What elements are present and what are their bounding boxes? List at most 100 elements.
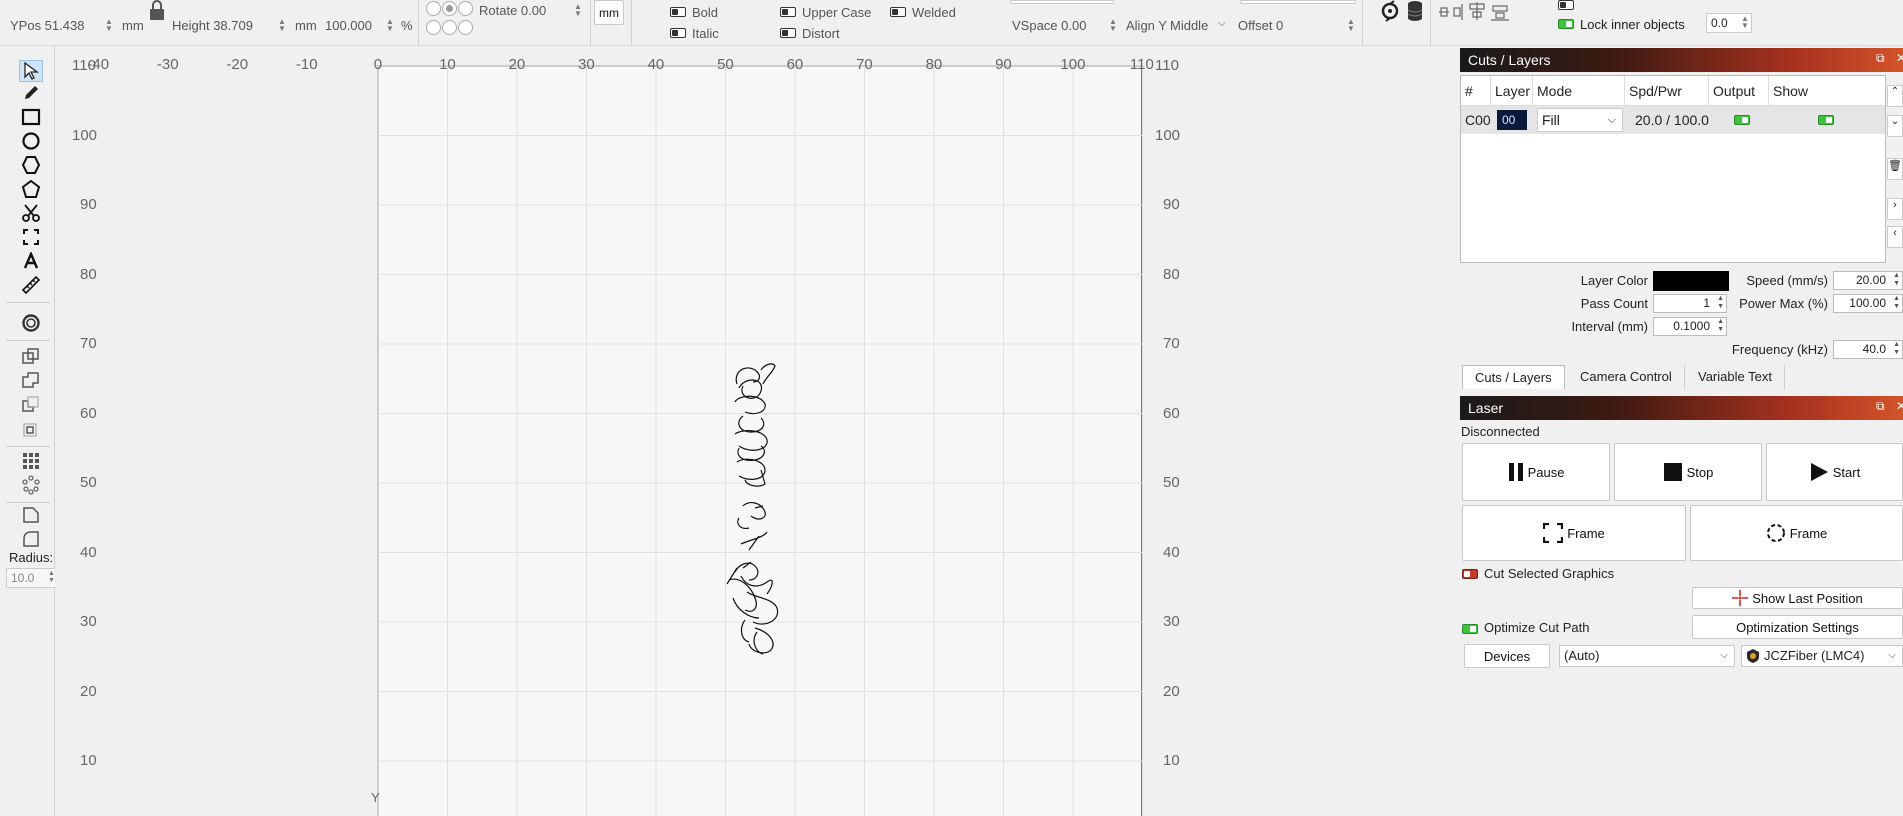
padding-spinner[interactable]: ▲ ▼ (1740, 15, 1750, 30)
start-button[interactable]: Start (1766, 443, 1903, 501)
vspace-field[interactable]: VSpace 0.00 (1012, 18, 1086, 33)
pause-button[interactable]: Pause (1462, 443, 1610, 501)
ypos-spinner[interactable]: ▲ ▼ (104, 18, 114, 33)
freeform-polygon-tool[interactable] (19, 178, 43, 200)
pass-count-field[interactable]: 1 ▲ ▼ (1653, 294, 1727, 313)
power-max-field[interactable]: 100.00 ▲ ▼ (1833, 294, 1903, 313)
close-icon[interactable]: ✕ (1896, 399, 1903, 413)
layer-mode-select[interactable]: Fill ⌵ (1537, 108, 1623, 132)
weld-tool[interactable] (19, 346, 43, 368)
measure-tool[interactable] (19, 274, 43, 296)
frame-rectangle-button[interactable]: Frame (1462, 505, 1686, 561)
offset-shapes-tool[interactable] (19, 312, 43, 334)
anchor-radio[interactable] (426, 1, 441, 16)
offset-spinner[interactable]: ▲ ▼ (1346, 18, 1356, 33)
welded-toggle[interactable] (890, 7, 906, 17)
tab-camera-control[interactable]: Camera Control (1568, 365, 1685, 389)
anchor-radio[interactable] (426, 20, 441, 35)
vspace-spinner[interactable]: ▲ ▼ (1108, 18, 1118, 33)
interval-field[interactable]: 0.1000 ▲ ▼ (1653, 317, 1727, 336)
scale-spinner[interactable]: ▲ ▼ (385, 18, 395, 33)
frequency-field[interactable]: 40.0 ▲ ▼ (1833, 340, 1903, 359)
italic-toggle[interactable] (670, 28, 686, 38)
tab-variable-text[interactable]: Variable Text (1686, 365, 1785, 389)
cut-selected-toggle[interactable] (1462, 569, 1478, 579)
anchor-radio[interactable] (442, 20, 457, 35)
bold-toggle[interactable] (670, 7, 686, 17)
layer-output-toggle[interactable] (1734, 115, 1750, 125)
tab-cuts-layers[interactable]: Cuts / Layers (1462, 365, 1565, 389)
port-select[interactable]: (Auto) ⌵ (1559, 645, 1735, 667)
spinner-icon[interactable]: ▲ ▼ (1893, 341, 1900, 357)
chevron-down-icon[interactable]: ⌵ (1218, 18, 1226, 29)
move-layer-down-button[interactable]: ⌄ (1887, 115, 1903, 137)
database-icon[interactable] (1406, 0, 1424, 25)
radius-spinner[interactable]: ▲ ▼ (48, 570, 55, 584)
boolean-subtract-tool[interactable] (19, 394, 43, 416)
speed-field[interactable]: 20.00 ▲ ▼ (1833, 271, 1903, 290)
chevron-left-icon[interactable]: ‹ (1887, 226, 1903, 248)
offset-field[interactable]: Offset 0 (1238, 18, 1283, 33)
font-field-edge[interactable] (1010, 0, 1114, 4)
unit-toggle-button[interactable]: mm (594, 0, 624, 25)
optimization-settings-button[interactable]: Optimization Settings (1692, 615, 1903, 639)
spinner-icon[interactable]: ▲ ▼ (1893, 272, 1900, 288)
devices-button[interactable]: Devices (1464, 644, 1550, 668)
device-select[interactable]: JCZFiber (LMC4) ⌵ (1741, 645, 1903, 667)
upper-case-toggle[interactable] (780, 7, 796, 17)
height-field[interactable]: Height 38.709 (172, 18, 253, 33)
rotate-field[interactable]: Rotate 0.00 (479, 3, 546, 18)
table-row[interactable]: C00 00 Fill ⌵ 20.0 / 100.0 (1461, 106, 1885, 134)
frequency-value: 40.0 (1862, 342, 1886, 356)
close-icon[interactable]: ✕ (1896, 51, 1903, 65)
trash-icon[interactable]: 🗑 (1887, 158, 1903, 180)
float-window-icon[interactable]: ⧉ (1876, 51, 1885, 66)
text-tool[interactable] (19, 250, 43, 272)
workspace-canvas[interactable]: Y -40 -30 -20 -10 0 10 20 30 40 50 60 70 80 90 100 110 1 (55, 46, 1200, 816)
circular-array-tool[interactable] (19, 474, 43, 496)
device-value: JCZFiber (LMC4) (1764, 648, 1865, 663)
ellipse-tool[interactable] (19, 130, 43, 152)
weld-icon (22, 348, 39, 364)
spinner-icon[interactable]: ▲ ▼ (1717, 318, 1724, 334)
cut-shapes-tool[interactable] (19, 202, 43, 224)
show-last-position-button[interactable]: Show Last Position (1692, 587, 1903, 609)
spinner-icon[interactable]: ▲ ▼ (1893, 295, 1900, 311)
float-window-icon[interactable]: ⧉ (1876, 399, 1885, 414)
ypos-field[interactable]: YPos 51.438 (10, 18, 84, 33)
layer-color-chip[interactable]: 00 (1497, 110, 1527, 130)
fillet-tool[interactable] (19, 528, 43, 550)
stop-button[interactable]: Stop (1614, 443, 1762, 501)
corner-tool[interactable] (19, 504, 43, 526)
rotary-icon[interactable] (1378, 0, 1402, 25)
anchor-radio[interactable] (458, 1, 473, 16)
align-tools-icon[interactable] (1438, 2, 1528, 25)
anchor-radio[interactable] (442, 1, 457, 16)
height-unit: mm (295, 18, 317, 33)
align-y-select[interactable]: Middle (1170, 18, 1208, 33)
boolean-intersect-tool[interactable] (19, 418, 43, 440)
distort-toggle[interactable] (780, 28, 796, 38)
lock-ratio-icon[interactable] (148, 0, 166, 25)
polygon-tool[interactable] (19, 154, 43, 176)
position-laser-tool[interactable] (19, 226, 43, 248)
boolean-union-tool[interactable] (19, 370, 43, 392)
rectangle-tool[interactable] (19, 106, 43, 128)
script-text-artwork[interactable] (715, 336, 795, 666)
anchor-radio[interactable] (458, 20, 473, 35)
height-scale-field[interactable]: 100.000 (325, 18, 372, 33)
height-spinner[interactable]: ▲ ▼ (277, 18, 287, 33)
rotate-spinner[interactable]: ▲ ▼ (573, 3, 583, 18)
grid-array-tool[interactable] (19, 450, 43, 472)
size-field-edge[interactable] (1240, 0, 1356, 4)
optimize-cut-path-toggle[interactable] (1462, 624, 1478, 634)
select-tool[interactable] (19, 60, 43, 82)
frame-circle-button[interactable]: Frame (1690, 505, 1903, 561)
move-as-group-toggle[interactable] (1558, 0, 1574, 10)
move-layer-up-button[interactable]: ⌃ (1887, 85, 1903, 107)
chevron-right-icon[interactable]: › (1887, 198, 1903, 220)
lock-inner-toggle[interactable] (1558, 19, 1574, 29)
draw-lines-tool[interactable] (19, 82, 43, 104)
layer-show-toggle[interactable] (1818, 115, 1834, 125)
layer-color-swatch[interactable] (1653, 271, 1729, 291)
